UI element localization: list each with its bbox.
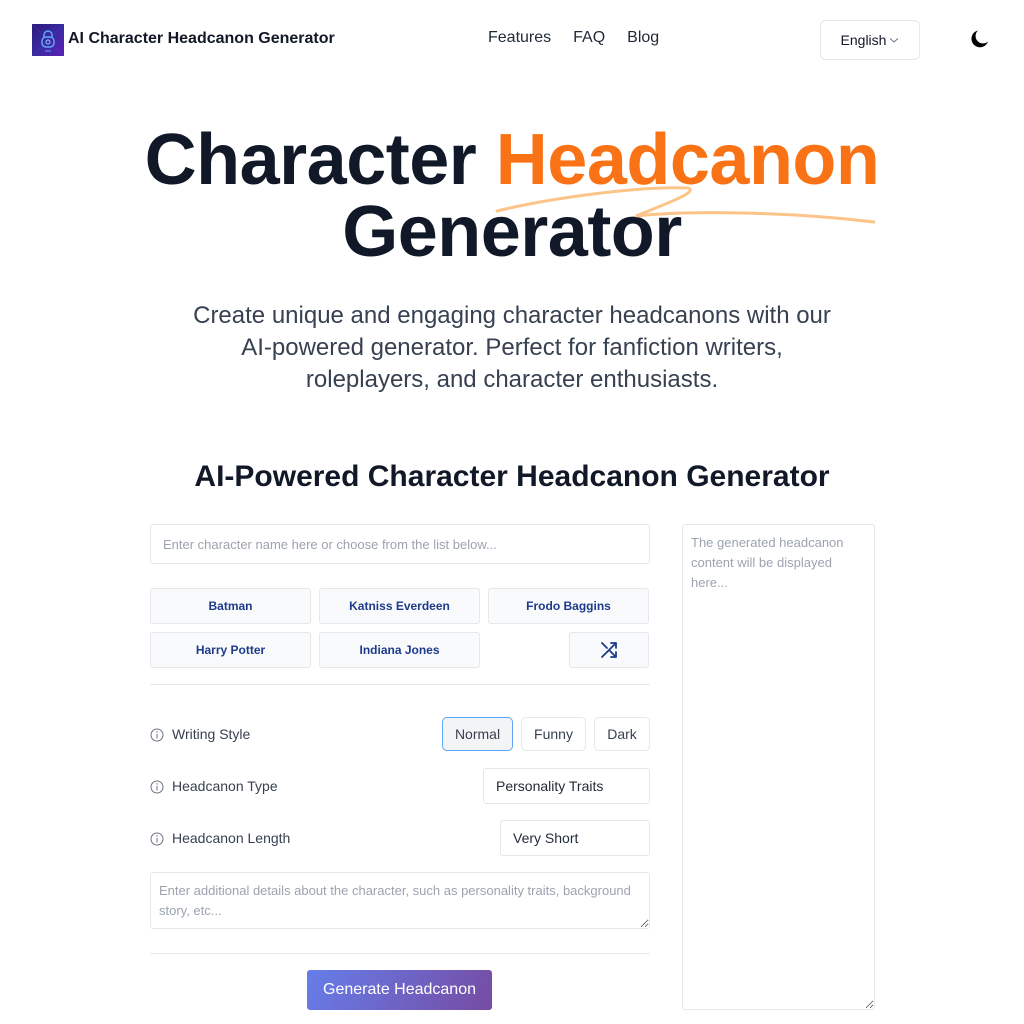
generator-title: AI-Powered Character Headcanon Generator — [194, 460, 830, 493]
headcanon-output[interactable] — [682, 524, 875, 1010]
site-header: AI Character Headcanon Generator Feature… — [0, 0, 1024, 78]
info-icon[interactable] — [150, 728, 164, 742]
headcanon-type-text: Headcanon Type — [172, 778, 278, 794]
underline-squiggle — [495, 186, 876, 224]
logo[interactable] — [32, 24, 64, 56]
character-chip-indiana[interactable]: Indiana Jones — [319, 632, 480, 668]
shuffle-icon — [601, 642, 617, 658]
headcanon-type-select[interactable]: Personality Traits — [483, 768, 650, 804]
chevron-down-icon — [890, 38, 899, 43]
style-dark-button[interactable]: Dark — [594, 717, 650, 751]
language-select[interactable]: English — [820, 20, 920, 60]
moon-icon[interactable] — [968, 27, 992, 51]
character-chip-harry[interactable]: Harry Potter — [150, 632, 311, 668]
robot-lock-icon — [32, 24, 64, 56]
language-label: English — [840, 32, 887, 48]
writing-style-label: Writing Style — [150, 726, 250, 742]
headcanon-type-value: Personality Traits — [496, 778, 604, 794]
info-icon[interactable] — [150, 832, 164, 846]
hero-title-part1: Character — [144, 120, 477, 200]
nav-faq[interactable]: FAQ — [573, 29, 605, 47]
headcanon-length-text: Headcanon Length — [172, 830, 291, 846]
headcanon-length-select[interactable]: Very Short — [500, 820, 650, 856]
style-funny-button[interactable]: Funny — [521, 717, 586, 751]
headcanon-length-label: Headcanon Length — [150, 830, 290, 846]
main-nav: Features FAQ Blog — [488, 29, 681, 47]
character-chip-katniss[interactable]: Katniss Everdeen — [319, 588, 480, 624]
nav-blog[interactable]: Blog — [627, 29, 659, 47]
additional-details-textarea[interactable] — [150, 872, 650, 929]
generate-headcanon-button[interactable]: Generate Headcanon — [307, 970, 492, 1010]
style-normal-button[interactable]: Normal — [442, 717, 513, 751]
writing-style-text: Writing Style — [172, 726, 251, 742]
brand-name[interactable]: AI Character Headcanon Generator — [68, 30, 335, 48]
headcanon-length-value: Very Short — [513, 830, 579, 846]
divider — [150, 953, 650, 954]
character-chip-batman[interactable]: Batman — [150, 588, 311, 624]
character-name-input[interactable] — [150, 524, 650, 564]
info-icon[interactable] — [150, 780, 164, 794]
hero-subtitle: Create unique and engaging character hea… — [193, 302, 831, 393]
divider — [150, 684, 650, 685]
shuffle-button[interactable] — [569, 632, 649, 668]
headcanon-type-label: Headcanon Type — [150, 778, 278, 794]
nav-features[interactable]: Features — [488, 29, 551, 47]
character-chip-frodo[interactable]: Frodo Baggins — [488, 588, 649, 624]
